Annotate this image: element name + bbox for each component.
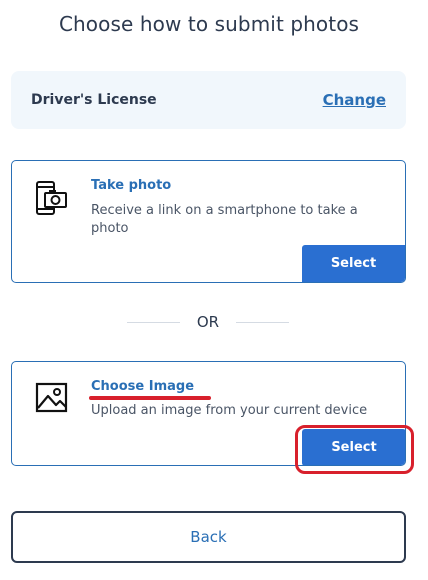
take-photo-select-button[interactable]: Select	[302, 245, 405, 282]
image-icon	[35, 381, 69, 417]
divider-line-right	[235, 321, 289, 323]
take-photo-option-card: Take photo Receive a link on a smartphon…	[11, 160, 406, 283]
smartphone-camera-icon	[34, 181, 68, 217]
divider-line-left	[127, 321, 180, 323]
choose-image-description: Upload an image from your current device	[91, 403, 368, 418]
document-type-panel: Driver's License Change	[11, 71, 406, 129]
or-label: OR	[196, 313, 220, 331]
or-divider: OR	[127, 312, 289, 332]
page-title: Choose how to submit photos	[58, 12, 360, 36]
back-button[interactable]: Back	[11, 511, 406, 563]
take-photo-description: Receive a link on a smartphone to take a…	[91, 203, 358, 236]
choose-image-title: Choose Image	[91, 379, 195, 394]
document-type-label: Driver's License	[31, 92, 157, 108]
change-document-link[interactable]: Change	[323, 91, 386, 109]
take-photo-title: Take photo	[91, 178, 172, 193]
highlight-ring	[295, 425, 414, 474]
highlight-underline	[89, 396, 211, 400]
